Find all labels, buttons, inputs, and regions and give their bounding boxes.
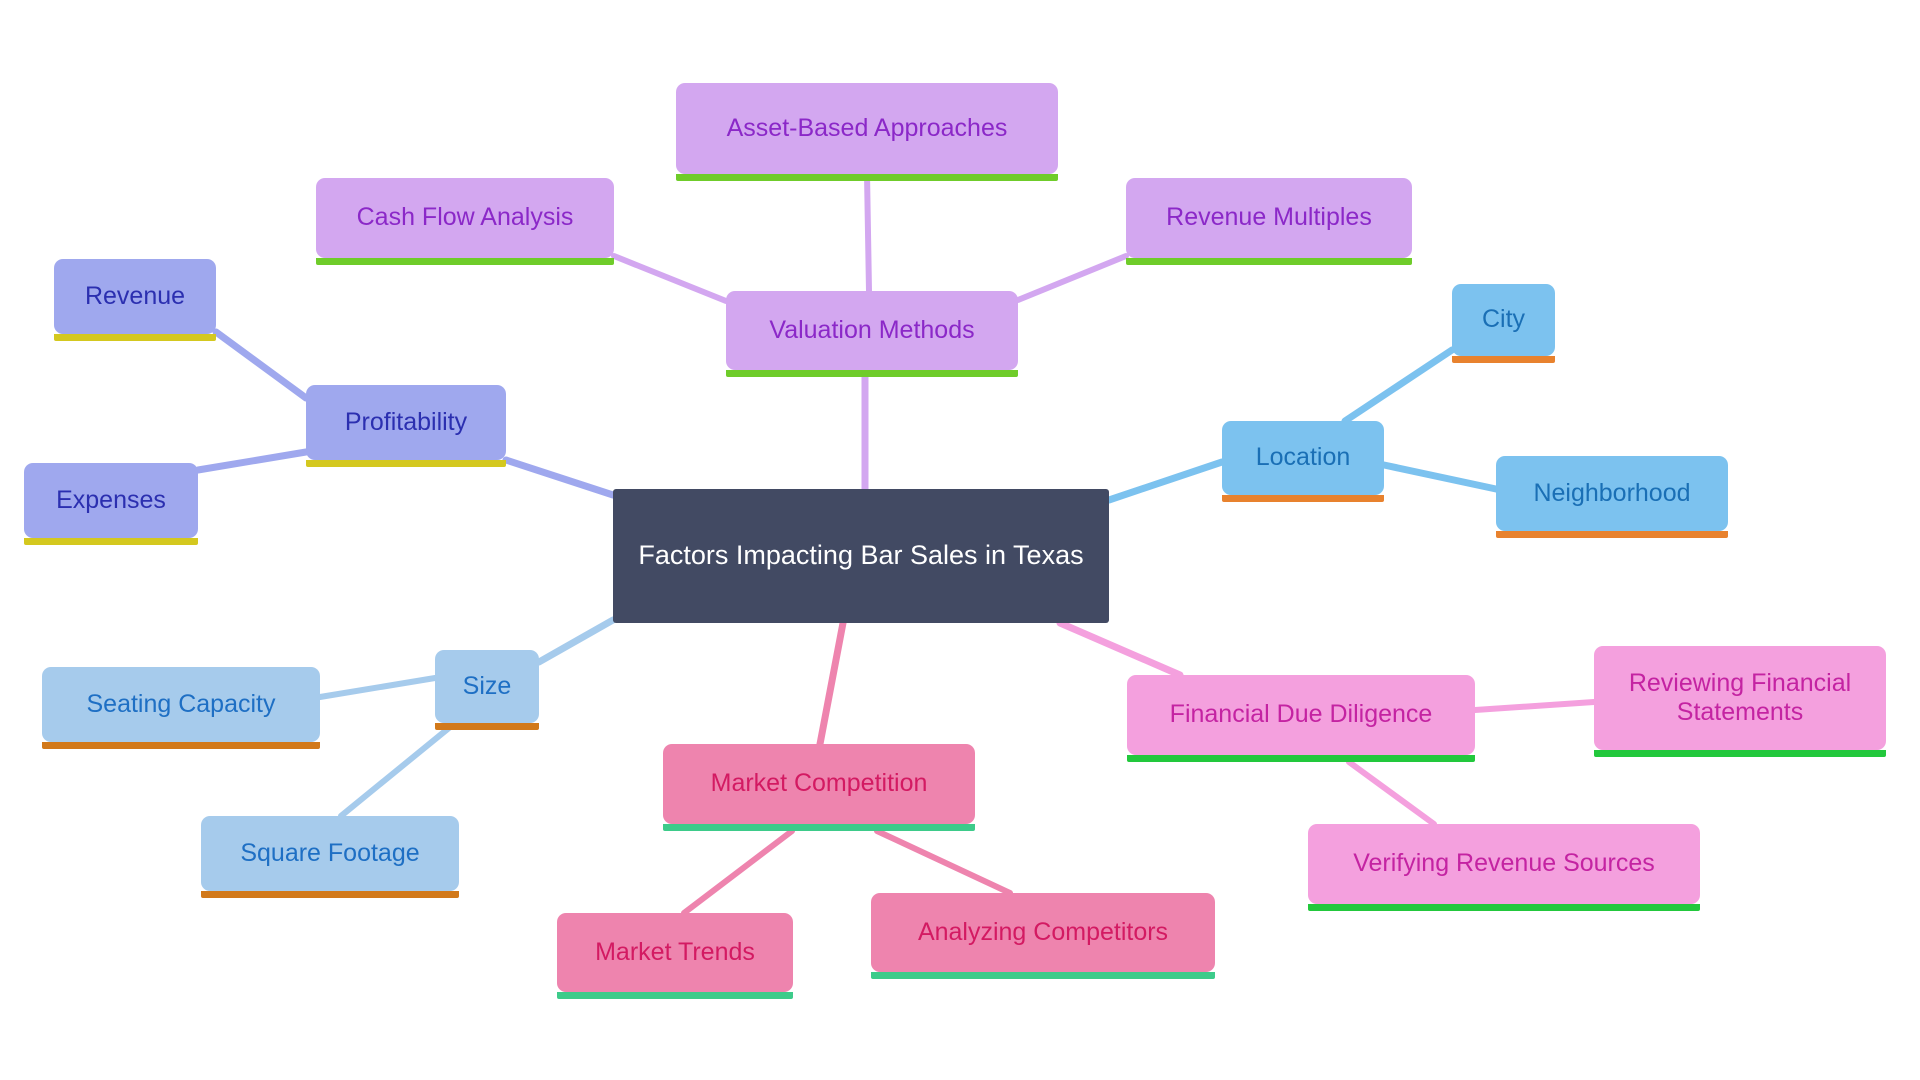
node-underline-seating-capacity [42,742,320,749]
edge-profitability-to-revenue [212,328,310,402]
node-label-valuation-methods: Valuation Methods [769,315,975,344]
node-underline-size [435,723,539,730]
mindmap-canvas: Factors Impacting Bar Sales in Texas Valu… [0,0,1920,1080]
node-underline-location [1222,495,1384,502]
node-label-analyzing-competitors: Analyzing Competitors [917,917,1169,946]
node-underline-market-trends [557,992,793,999]
mindmap-node-square-footage[interactable]: Square Footage [201,816,459,898]
node-label-revenue-multiples: Revenue Multiples [1166,203,1372,232]
mindmap-node-revenue[interactable]: Revenue [54,259,216,341]
mindmap-node-revenue-multiples[interactable]: Revenue Multiples [1126,178,1412,265]
node-underline-asset-based-approaches [676,174,1058,181]
node-label-profitability: Profitability [344,407,468,436]
mindmap-node-asset-based-approaches[interactable]: Asset-Based Approaches [676,83,1058,181]
node-underline-analyzing-competitors [871,972,1215,979]
node-label-square-footage: Square Footage [240,838,420,867]
mindmap-node-market-competition[interactable]: Market Competition [663,744,975,831]
edge-financial-due-diligence-to-verifying-revenue-sources [1346,759,1437,827]
edge-financial-due-diligence-to-reviewing-financial-statements [1472,699,1597,713]
node-label-market-trends: Market Trends [595,937,755,966]
mindmap-node-expenses[interactable]: Expenses [24,463,198,545]
edge-valuation-methods-to-revenue-multiples [1015,253,1129,303]
node-underline-city [1452,356,1555,363]
node-label-seating-capacity: Seating Capacity [86,689,276,718]
mindmap-node-market-trends[interactable]: Market Trends [557,913,793,999]
node-underline-financial-due-diligence [1127,755,1475,762]
node-underline-market-competition [663,824,975,831]
edge-size-to-square-footage [338,720,458,819]
node-underline-valuation-methods [726,370,1018,377]
node-underline-expenses [24,538,198,545]
node-label-reviewing-financial-statements: Reviewing Financial Statements [1628,668,1852,727]
node-label-location: Location [1255,443,1351,472]
mindmap-node-size[interactable]: Size [435,650,539,730]
node-underline-neighborhood [1496,531,1728,538]
edge-size-to-seating-capacity [317,675,438,700]
edge-valuation-methods-to-asset-based-approaches [864,171,872,294]
node-label-expenses: Expenses [56,485,166,514]
edge-root-to-location [1105,458,1226,504]
node-label-asset-based-approaches: Asset-Based Approaches [726,113,1008,142]
mindmap-node-analyzing-competitors[interactable]: Analyzing Competitors [871,893,1215,979]
node-label-financial-due-diligence: Financial Due Diligence [1169,700,1433,729]
edge-root-to-market-competition [816,619,847,748]
edge-market-competition-to-market-trends [681,828,795,916]
mindmap-node-seating-capacity[interactable]: Seating Capacity [42,667,320,749]
mindmap-node-valuation-methods[interactable]: Valuation Methods [726,291,1018,377]
mindmap-node-financial-due-diligence[interactable]: Financial Due Diligence [1127,675,1475,762]
node-underline-reviewing-financial-statements [1594,750,1886,757]
node-label-root: Factors Impacting Bar Sales in Texas [638,540,1084,571]
node-label-city: City [1481,305,1526,334]
node-label-size: Size [462,671,512,700]
node-label-revenue: Revenue [84,281,186,310]
edge-root-to-financial-due-diligence [1056,619,1184,679]
node-underline-revenue [54,334,216,341]
mindmap-node-city[interactable]: City [1452,284,1555,363]
mindmap-node-location[interactable]: Location [1222,421,1384,502]
node-underline-square-footage [201,891,459,898]
node-underline-verifying-revenue-sources [1308,904,1700,911]
node-underline-profitability [306,460,506,467]
mindmap-node-root[interactable]: Factors Impacting Bar Sales in Texas [613,489,1109,623]
edge-root-to-profitability [502,456,617,499]
node-label-verifying-revenue-sources: Verifying Revenue Sources [1353,849,1655,878]
edge-location-to-city [1341,346,1456,425]
edge-valuation-methods-to-cash-flow-analysis [611,253,729,304]
edge-root-to-size [535,616,617,666]
edge-location-to-neighborhood [1380,461,1500,493]
node-underline-revenue-multiples [1126,258,1412,265]
mindmap-node-cash-flow-analysis[interactable]: Cash Flow Analysis [316,178,614,265]
node-label-neighborhood: Neighborhood [1533,478,1691,507]
mindmap-node-neighborhood[interactable]: Neighborhood [1496,456,1728,538]
node-label-cash-flow-analysis: Cash Flow Analysis [356,203,574,232]
mindmap-node-reviewing-financial-statements[interactable]: Reviewing Financial Statements [1594,646,1886,757]
mindmap-node-verifying-revenue-sources[interactable]: Verifying Revenue Sources [1308,824,1700,911]
edge-profitability-to-expenses [194,448,310,474]
mindmap-node-profitability[interactable]: Profitability [306,385,506,467]
node-underline-cash-flow-analysis [316,258,614,265]
edge-market-competition-to-analyzing-competitors [874,828,1013,896]
node-label-market-competition: Market Competition [710,769,928,798]
